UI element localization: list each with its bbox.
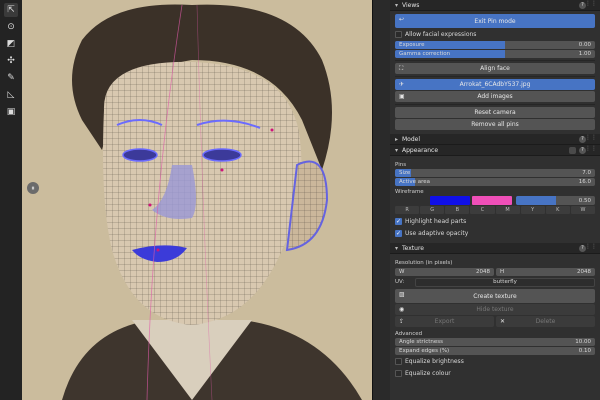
color-channel-buttons: RGBCMYKW bbox=[395, 206, 595, 214]
align-face-button[interactable]: ⛶ Align face bbox=[395, 63, 595, 74]
resolution-fields: W 2048 H 2048 bbox=[395, 267, 595, 276]
checkbox-box[interactable] bbox=[395, 370, 402, 377]
texture-section-header[interactable]: ▾ Texture ? ⋮⋮ bbox=[390, 243, 600, 254]
chevron-right-icon: ▸ bbox=[395, 135, 399, 143]
gamma-correction-slider[interactable]: Gamma correction 1.00 bbox=[395, 50, 595, 58]
channel-button-m[interactable]: M bbox=[495, 206, 520, 214]
allow-facial-expressions-checkbox[interactable]: Allow facial expressions bbox=[395, 29, 595, 40]
cursor-tool-icon[interactable]: ⊙ bbox=[4, 20, 18, 34]
active-area-slider[interactable]: Active area 16.0 bbox=[395, 178, 595, 186]
face-mesh-canvas[interactable] bbox=[22, 0, 372, 400]
measure-tool-icon[interactable]: ◺ bbox=[4, 88, 18, 102]
chevron-down-icon: ▾ bbox=[395, 1, 399, 9]
channel-button-y[interactable]: Y bbox=[520, 206, 545, 214]
add-images-button[interactable]: ▣ Add images bbox=[395, 91, 595, 102]
eye-icon: ◉ bbox=[399, 306, 405, 313]
transform-tool-icon[interactable]: ✣ bbox=[4, 54, 18, 68]
hide-texture-button[interactable]: ◉ Hide texture bbox=[395, 304, 595, 315]
delete-icon: ✕ bbox=[500, 318, 506, 325]
wireframe-label: Wireframe bbox=[395, 189, 424, 195]
wireframe-opacity-slider[interactable]: 0.50 bbox=[516, 196, 595, 205]
chevron-down-icon: ▾ bbox=[395, 244, 399, 252]
image-icon: ▣ bbox=[399, 93, 405, 100]
wireframe-color-b[interactable] bbox=[472, 196, 512, 205]
annotate-tool-icon[interactable]: ✎ bbox=[4, 71, 18, 85]
pin-point bbox=[156, 248, 160, 252]
wireframe-colors: 0.50 bbox=[395, 196, 595, 205]
channel-button-b[interactable]: B bbox=[445, 206, 470, 214]
align-face-icon: ⛶ bbox=[399, 65, 404, 72]
left-eye-highlight bbox=[122, 148, 158, 162]
pause-icon[interactable]: ⏸ bbox=[27, 182, 39, 194]
delete-button[interactable]: ✕ Delete bbox=[496, 316, 595, 327]
model-section-header[interactable]: ▸ Model ? ⋮⋮ bbox=[390, 134, 600, 145]
drag-handle-icon[interactable]: ⋮⋮ bbox=[585, 243, 597, 250]
uv-row: UV: butterfly bbox=[395, 277, 595, 287]
checkbox-box[interactable] bbox=[395, 31, 402, 38]
left-toolbar: ⇱ ⊙ ◩ ✣ ✎ ◺ ▣ bbox=[0, 0, 22, 400]
export-button[interactable]: ⇪ Export bbox=[395, 316, 494, 327]
advanced-label: Advanced bbox=[395, 331, 423, 337]
3d-viewport[interactable]: ⏸ bbox=[22, 0, 372, 400]
height-field[interactable]: H 2048 bbox=[496, 267, 595, 276]
image-file-item[interactable]: ✈ Arrokat_6CAdbY537.jpg bbox=[395, 79, 595, 90]
drag-handle-icon[interactable]: ⋮⋮ bbox=[585, 134, 597, 141]
resolution-label: Resolution (in pixels) bbox=[395, 260, 453, 266]
add-object-tool-icon[interactable]: ▣ bbox=[4, 105, 18, 119]
width-field[interactable]: W 2048 bbox=[395, 267, 494, 276]
texture-icon: ▨ bbox=[399, 291, 405, 298]
scale-tool-icon[interactable]: ◩ bbox=[4, 37, 18, 51]
exposure-slider[interactable]: Exposure 0.00 bbox=[395, 41, 595, 49]
wireframe-color-a[interactable] bbox=[430, 196, 470, 205]
use-adaptive-opacity-checkbox[interactable]: ✓ Use adaptive opacity bbox=[395, 228, 595, 239]
pins-label: Pins bbox=[395, 162, 407, 168]
highlight-head-parts-checkbox[interactable]: ✓ Highlight head parts bbox=[395, 216, 595, 227]
checkbox-box[interactable] bbox=[395, 358, 402, 365]
pin-point bbox=[220, 168, 224, 172]
pin-point bbox=[148, 203, 152, 207]
channel-button-c[interactable]: C bbox=[470, 206, 495, 214]
remove-all-pins-button[interactable]: Remove all pins bbox=[395, 119, 595, 130]
pin-size-slider[interactable]: Size 7.0 bbox=[395, 169, 595, 177]
equalize-brightness-checkbox[interactable]: Equalize brightness bbox=[395, 356, 595, 367]
reset-camera-button[interactable]: Reset camera bbox=[395, 107, 595, 118]
angle-strictness-slider[interactable]: Angle strictness 10.00 bbox=[395, 338, 595, 346]
channel-button-g[interactable]: G bbox=[420, 206, 445, 214]
equalize-colour-checkbox[interactable]: Equalize colour bbox=[395, 368, 595, 379]
uv-select[interactable]: butterfly bbox=[415, 277, 595, 287]
pin-point bbox=[270, 128, 274, 132]
chevron-down-icon: ▾ bbox=[395, 146, 399, 154]
appearance-section-header[interactable]: ▾ Appearance ? ⋮⋮ bbox=[390, 145, 600, 156]
select-tool-icon[interactable]: ⇱ bbox=[4, 3, 18, 17]
views-section-header[interactable]: ▾ Views ? ⋮⋮ bbox=[390, 0, 600, 11]
viewport-scrollbar[interactable] bbox=[372, 0, 390, 400]
checkbox-box[interactable]: ✓ bbox=[395, 230, 402, 237]
create-texture-button[interactable]: ▨ Create texture bbox=[395, 289, 595, 303]
channel-button-k[interactable]: K bbox=[545, 206, 570, 214]
preset-icon[interactable] bbox=[569, 147, 576, 154]
export-icon: ⇪ bbox=[399, 318, 405, 325]
expand-edges-slider[interactable]: Expand edges (%) 0.10 bbox=[395, 347, 595, 355]
properties-panel: ▾ Views ? ⋮⋮ ↩ Exit Pin mode Allow facia… bbox=[390, 0, 600, 400]
drag-handle-icon[interactable]: ⋮⋮ bbox=[585, 0, 597, 7]
drag-handle-icon[interactable]: ⋮⋮ bbox=[585, 145, 597, 152]
return-icon: ↩ bbox=[399, 16, 405, 23]
right-eye-highlight bbox=[202, 148, 242, 162]
exit-pin-mode-button[interactable]: ↩ Exit Pin mode bbox=[395, 14, 595, 28]
channel-button-r[interactable]: R bbox=[395, 206, 420, 214]
pin-icon: ✈ bbox=[399, 81, 405, 88]
section-title: Views bbox=[402, 1, 420, 9]
channel-button-w[interactable]: W bbox=[570, 206, 595, 214]
checkbox-box[interactable]: ✓ bbox=[395, 218, 402, 225]
